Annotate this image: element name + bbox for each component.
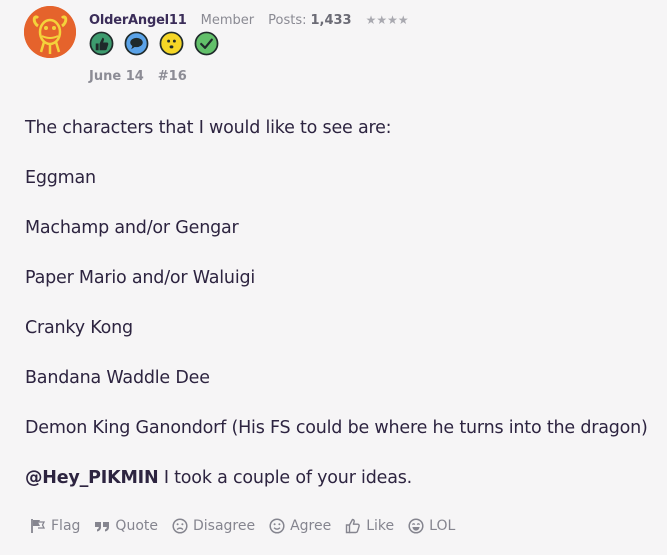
post-number[interactable]: #16 [158, 69, 187, 84]
post-meta: June 14 #16 [89, 69, 187, 84]
posts-label: Posts: [268, 12, 307, 28]
like-label: Like [366, 518, 395, 534]
post-body: The characters that I would like to see … [25, 117, 655, 517]
thumbs-up-badge-icon[interactable] [89, 31, 114, 56]
frown-icon [172, 518, 188, 534]
user-info-row: OlderAngel11 Member Posts: 1,433 ★★★★ [89, 10, 409, 30]
lol-button[interactable]: LOL [408, 518, 455, 534]
smiley-badge-icon[interactable] [159, 31, 184, 56]
thumbs-up-icon [346, 518, 361, 534]
post-paragraph-mention: @Hey_PIKMIN I took a couple of your idea… [25, 467, 655, 489]
post-paragraph: Eggman [25, 168, 96, 188]
like-button[interactable]: Like [345, 518, 394, 534]
post-paragraph: Cranky Kong [25, 318, 133, 338]
agree-label: Agree [290, 518, 332, 534]
disagree-label: Disagree [192, 518, 256, 534]
laughing-icon [408, 518, 424, 534]
post-paragraph: Bandana Waddle Dee [25, 368, 210, 388]
user-role: Member [200, 12, 255, 28]
checkmark-badge-icon[interactable] [194, 31, 219, 56]
flag-label: Flag [51, 518, 81, 534]
username-link[interactable]: OlderAngel11 [89, 13, 187, 28]
badge-row [89, 31, 229, 56]
lol-label: LOL [429, 518, 456, 534]
post-paragraph: Machamp and/or Gengar [25, 218, 239, 238]
post-date[interactable]: June 14 [89, 69, 144, 84]
speech-bubble-badge-icon[interactable] [124, 31, 149, 56]
post-paragraph: Paper Mario and/or Waluigi [25, 268, 256, 288]
rank-stars: ★★★★ [365, 13, 409, 27]
post-actions-bar: Flag Quote Disagree Agree Like LOL [30, 518, 469, 534]
user-mention-link[interactable]: @Hey_PIKMIN [25, 468, 159, 488]
flag-icon [31, 519, 46, 533]
flag-button[interactable]: Flag [30, 518, 80, 534]
post-paragraph: Demon King Ganondorf (His FS could be wh… [25, 418, 648, 438]
post-paragraph: The characters that I would like to see … [25, 118, 392, 138]
quote-button[interactable]: Quote [94, 518, 158, 534]
quote-label: Quote [115, 518, 158, 534]
agree-button[interactable]: Agree [269, 518, 331, 534]
avatar-character-icon [24, 6, 76, 58]
posts-count: 1,433 [310, 12, 352, 28]
disagree-button[interactable]: Disagree [172, 518, 255, 534]
quote-icon [95, 522, 110, 532]
avatar[interactable] [24, 6, 76, 58]
mention-text: I took a couple of your ideas. [158, 468, 413, 488]
smile-icon [269, 518, 285, 534]
